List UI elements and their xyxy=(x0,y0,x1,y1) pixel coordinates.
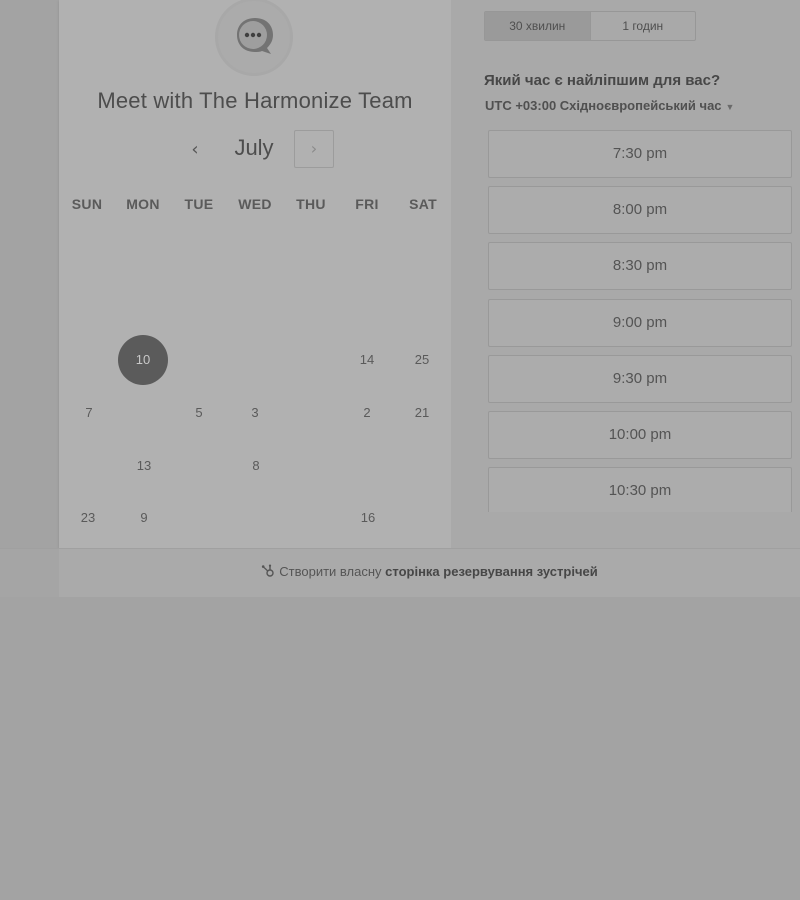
weekday-sun: SUN xyxy=(71,196,103,212)
time-slot-button[interactable]: 8:30 pm xyxy=(488,242,792,290)
weekday-tue: TUE xyxy=(184,196,214,212)
timezone-selector[interactable]: UTC +03:00 Східноєвропейський час ▼ xyxy=(485,98,734,113)
chat-bubble-icon xyxy=(237,18,273,54)
footer-prefix-text: Створити власну xyxy=(279,564,382,579)
calendar-day[interactable]: 25 xyxy=(394,352,450,367)
timezone-offset: UTC +03:00 xyxy=(485,98,557,113)
prev-month-button[interactable]: ‹ xyxy=(183,138,207,162)
weekday-thu: THU xyxy=(296,196,326,212)
next-month-button[interactable]: › xyxy=(294,130,334,168)
duration-tab-30min[interactable]: 30 хвилин xyxy=(485,12,591,40)
caret-down-icon: ▼ xyxy=(725,102,735,112)
time-slot-list: 7:30 pm 8:00 pm 8:30 pm 9:00 pm 9:30 pm … xyxy=(488,130,792,512)
avatar xyxy=(215,0,295,78)
time-slot-button[interactable]: 8:00 pm xyxy=(488,186,792,234)
duration-tab-1hour[interactable]: 1 годин xyxy=(591,12,696,40)
weekday-sat: SAT xyxy=(409,196,437,212)
time-slot-button[interactable]: 10:30 pm xyxy=(488,467,792,512)
calendar-day[interactable]: 13 xyxy=(116,458,172,473)
create-booking-page-link[interactable]: сторінка резервування зустрічей xyxy=(385,564,598,579)
calendar-day[interactable]: 3 xyxy=(227,405,283,420)
calendar-day[interactable]: 5 xyxy=(171,405,227,420)
hubspot-logo-icon xyxy=(262,564,274,577)
time-slot-button[interactable]: 7:30 pm xyxy=(488,130,792,178)
time-slot-button[interactable]: 9:30 pm xyxy=(488,355,792,403)
page-title: Meet with The Harmonize Team xyxy=(97,88,413,113)
weekday-wed: WED xyxy=(238,196,272,212)
time-question-heading: Який час є найліпшим для вас? xyxy=(484,72,721,89)
calendar-day[interactable]: 9 xyxy=(116,510,172,525)
time-slot-button[interactable]: 9:00 pm xyxy=(488,299,792,347)
time-slot-button[interactable]: 10:00 pm xyxy=(488,411,792,459)
footer: Створити власну сторінка резервування зу… xyxy=(59,548,800,597)
calendar-day[interactable]: 14 xyxy=(339,352,395,367)
calendar-day[interactable]: 23 xyxy=(60,510,116,525)
calendar-day[interactable]: 16 xyxy=(340,510,396,525)
timezone-name: Східноєвропейський час xyxy=(559,98,722,113)
calendar-day[interactable]: 7 xyxy=(61,405,117,420)
month-label: July xyxy=(234,135,274,160)
calendar-day[interactable]: 8 xyxy=(228,458,284,473)
month-navigation: ‹ July › xyxy=(59,130,451,170)
weekday-fri: FRI xyxy=(355,196,379,212)
booking-page: Meet with The Harmonize Team ‹ July › SU… xyxy=(0,0,800,900)
duration-selector: 30 хвилин 1 годин xyxy=(484,11,696,41)
calendar-day[interactable]: 2 xyxy=(339,405,395,420)
weekday-mon: MON xyxy=(126,196,160,212)
calendar-day[interactable]: 21 xyxy=(394,405,450,420)
footer-left-strip xyxy=(0,548,59,597)
calendar-day-selected[interactable]: 10 xyxy=(118,335,168,385)
